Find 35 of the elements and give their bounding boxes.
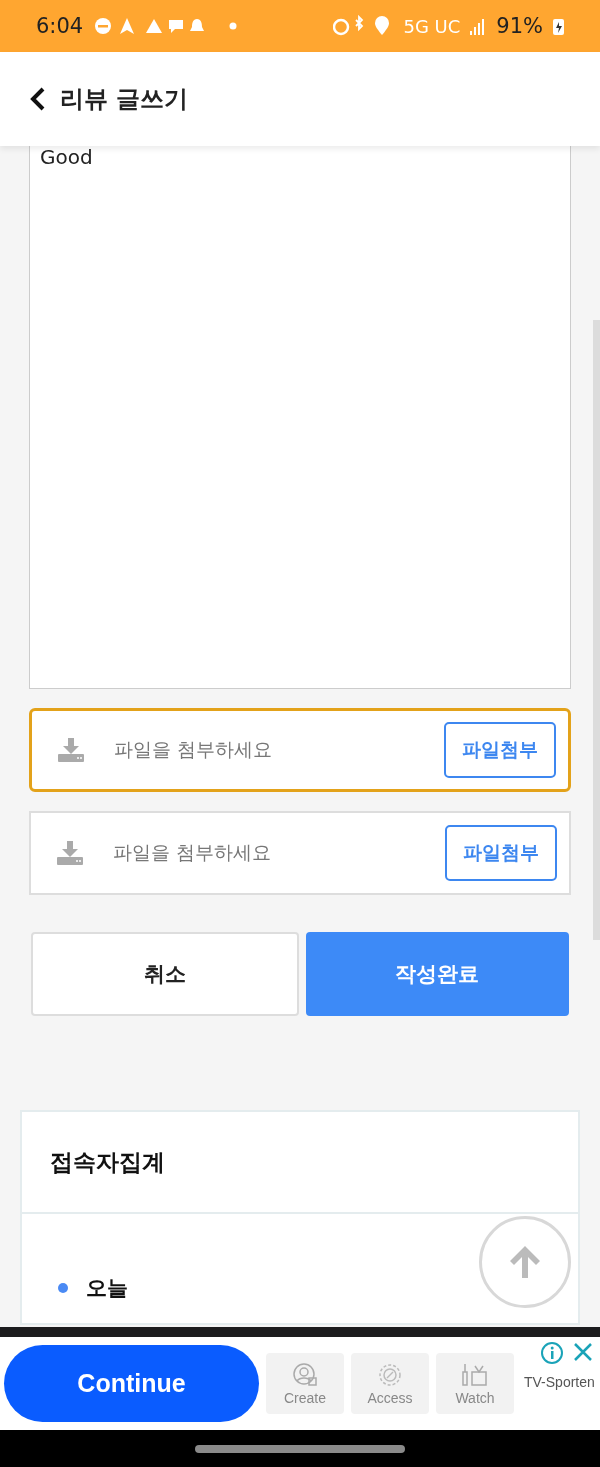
signal-icon (470, 17, 487, 35)
close-icon[interactable] (572, 1341, 594, 1363)
user-icon (292, 1361, 318, 1388)
download-icon (57, 841, 83, 865)
review-textarea[interactable]: Good (29, 146, 571, 689)
stat-label: 오늘 (86, 1275, 128, 1302)
continue-button[interactable]: Continue (4, 1345, 259, 1422)
ad-tile[interactable]: Create (266, 1353, 344, 1414)
battery-percent: 91% (496, 14, 543, 38)
attach-placeholder: 파일을 첨부하세요 (113, 840, 273, 865)
cancel-button[interactable]: 취소 (31, 932, 299, 1016)
ad-tile[interactable]: Access (351, 1353, 429, 1414)
page-title: 리뷰 글쓰기 (60, 84, 189, 115)
home-handle[interactable] (195, 1444, 405, 1453)
gear-icon (377, 1361, 403, 1388)
file-attach-field[interactable]: 파일을 첨부하세요 파일첨부 (29, 708, 571, 792)
network-label: 5G UC (403, 15, 461, 37)
attach-button[interactable]: 파일첨부 (445, 825, 557, 881)
ad-brand: TV-Sporten (524, 1373, 595, 1390)
file-attach-field[interactable]: 파일을 첨부하세요 파일첨부 (29, 811, 571, 895)
battery-icon (553, 17, 564, 35)
download-icon (58, 738, 84, 762)
tile-label: Watch (455, 1389, 495, 1406)
back-icon[interactable] (30, 87, 46, 111)
attach-button[interactable]: 파일첨부 (444, 722, 556, 778)
tile-label: Access (367, 1389, 413, 1406)
attach-placeholder: 파일을 첨부하세요 (114, 737, 274, 762)
card-title: 접속자집계 (22, 1112, 578, 1214)
tile-label: Create (284, 1389, 326, 1406)
submit-button[interactable]: 작성완료 (305, 932, 569, 1016)
scrollbar[interactable] (593, 320, 600, 940)
info-icon[interactable] (540, 1341, 564, 1365)
tv-icon (460, 1361, 490, 1388)
ad-tile[interactable]: Watch (436, 1353, 514, 1414)
status-time: 6:04 (36, 14, 84, 38)
